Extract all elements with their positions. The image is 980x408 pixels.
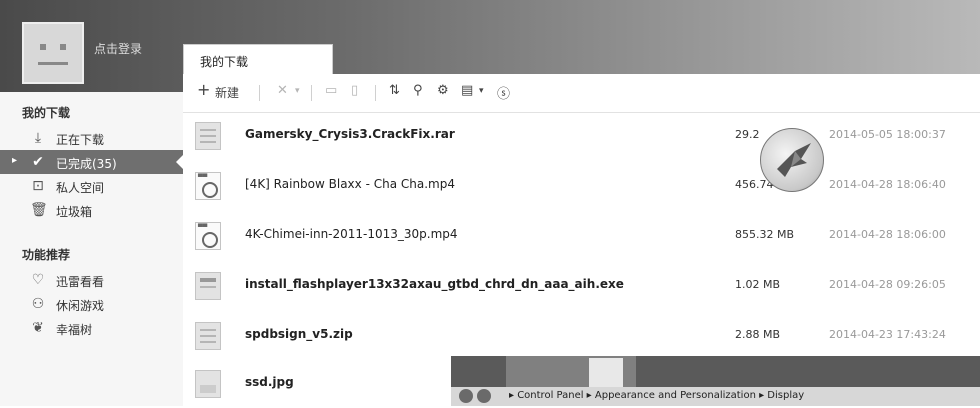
toolbar-divider <box>311 85 312 101</box>
file-name: Gamersky_Crysis3.CrackFix.rar <box>245 127 455 141</box>
forward-icon[interactable] <box>477 389 491 403</box>
folder-icon[interactable]: ▭ <box>325 83 337 98</box>
sidebar-item-happy-tree[interactable]: ❦ 幸福树 <box>0 316 183 340</box>
sidebar-item-label: 幸福树 <box>56 323 93 337</box>
document-thumbnail <box>589 358 623 388</box>
address-bar: ▸ Control Panel ▸ Appearance and Persona… <box>451 387 980 406</box>
sort-icon[interactable]: ⇅ <box>389 83 400 98</box>
file-size: 29.2 <box>735 128 760 141</box>
lock-icon: ⊡ <box>32 178 44 194</box>
sidebar-item-downloading[interactable]: ⤓ 正在下载 <box>0 126 183 150</box>
avatar-eye <box>60 44 66 50</box>
file-size: 2.88 MB <box>735 328 781 341</box>
toolbar-divider <box>375 85 376 101</box>
sidebar-item-label: 休闲游戏 <box>56 299 105 313</box>
chevron-down-icon[interactable]: ▾ <box>295 86 300 96</box>
sidebar-section-title: 我的下载 <box>22 106 71 120</box>
sidebar-item-label: 正在下载 <box>56 133 105 147</box>
leaf-icon: ❦ <box>32 320 44 336</box>
sidebar-section-title: 功能推荐 <box>22 248 71 262</box>
file-row[interactable]: Gamersky_Crysis3.CrackFix.rar 29.2 2014-… <box>183 114 980 160</box>
archive-file-icon <box>195 122 221 150</box>
video-file-icon: ▀▀ <box>195 172 221 200</box>
sidebar-item-xunlei-kankan[interactable]: ♡ 迅雷看看 <box>0 268 183 292</box>
file-date: 2014-04-28 09:26:05 <box>829 278 946 291</box>
file-size: 1.02 MB <box>735 278 781 291</box>
sidebar-item-label: 已完成(35) <box>56 157 117 171</box>
heart-icon: ♡ <box>31 272 45 288</box>
avatar-eye <box>40 44 46 50</box>
search-icon[interactable]: ⚲ <box>413 83 423 98</box>
toolbar: + 新建 ✕ ▾ ▭ ▯ ⇅ ⚲ ⚙ ▤ ▾ ⓢ <box>183 74 980 113</box>
file-row[interactable]: ▀▀ [4K] Rainbow Blaxx - Cha Cha.mp4 456.… <box>183 164 980 210</box>
file-row[interactable]: ▀▀ 4K-Chimei-inn-2011-1013_30p.mp4 855.3… <box>183 214 980 260</box>
breadcrumb[interactable]: ▸ Control Panel ▸ Appearance and Persona… <box>509 390 804 401</box>
file-name: spdbsign_v5.zip <box>245 327 353 341</box>
file-row[interactable]: spdbsign_v5.zip 2.88 MB 2014-04-23 17:43… <box>183 314 980 360</box>
sidebar-item-label: 迅雷看看 <box>56 275 105 289</box>
gamepad-icon: ⚇ <box>31 296 45 312</box>
sidebar-item-label: 垃圾箱 <box>56 205 93 219</box>
sidebar-item-private[interactable]: ⊡ 私人空间 <box>0 174 183 198</box>
gear-icon[interactable]: ⚙ <box>437 83 449 98</box>
trash-icon: 🗑 <box>30 202 48 218</box>
tab-my-downloads[interactable]: 我的下载 <box>183 44 333 74</box>
archive-file-icon <box>195 322 221 350</box>
sidebar: 我的下载 ⤓ 正在下载 ▸ ✔ 已完成(35) ⊡ 私人空间 🗑 垃圾箱 功能推… <box>0 92 184 406</box>
plus-icon[interactable]: + <box>197 80 210 99</box>
exe-file-icon <box>195 272 221 300</box>
file-date: 2014-04-28 18:06:00 <box>829 228 946 241</box>
view-icon[interactable]: ▤ <box>461 83 473 98</box>
back-icon[interactable] <box>459 389 473 403</box>
file-icon[interactable]: ▯ <box>351 83 358 98</box>
file-name: install_flashplayer13x32axau_gtbd_chrd_d… <box>245 277 624 291</box>
new-button[interactable]: 新建 <box>215 84 239 101</box>
chevron-down-icon[interactable]: ▾ <box>479 86 484 96</box>
image-file-icon <box>195 370 221 398</box>
login-link[interactable]: 点击登录 <box>94 40 142 57</box>
chevron-right-icon: ▸ <box>12 155 18 166</box>
file-date: 2014-04-28 18:06:40 <box>829 178 946 191</box>
avatar-mouth <box>38 62 68 65</box>
file-row[interactable]: install_flashplayer13x32axau_gtbd_chrd_d… <box>183 264 980 310</box>
sidebar-item-trash[interactable]: 🗑 垃圾箱 <box>0 198 183 222</box>
video-file-icon: ▀▀ <box>195 222 221 250</box>
avatar[interactable] <box>22 22 84 84</box>
sidebar-item-completed[interactable]: ▸ ✔ 已完成(35) <box>0 150 184 174</box>
sidebar-item-label: 私人空间 <box>56 181 105 195</box>
file-name: ssd.jpg <box>245 375 294 389</box>
file-date: 2014-05-05 18:00:37 <box>829 128 946 141</box>
xunlei-bird-logo-icon[interactable] <box>760 128 824 192</box>
file-date: 2014-04-23 17:43:24 <box>829 328 946 341</box>
download-icon: ⤓ <box>34 130 42 146</box>
delete-icon[interactable]: ✕ <box>277 83 288 98</box>
file-name: [4K] Rainbow Blaxx - Cha Cha.mp4 <box>245 177 455 191</box>
file-size: 855.32 MB <box>735 228 795 241</box>
sidebar-item-games[interactable]: ⚇ 休闲游戏 <box>0 292 183 316</box>
file-name: 4K-Chimei-inn-2011-1013_30p.mp4 <box>245 227 458 241</box>
toolbar-divider <box>259 85 260 101</box>
check-icon: ✔ <box>32 154 44 170</box>
control-panel-window: ▸ Control Panel ▸ Appearance and Persona… <box>451 356 980 406</box>
info-icon[interactable]: ⓢ <box>497 83 510 102</box>
